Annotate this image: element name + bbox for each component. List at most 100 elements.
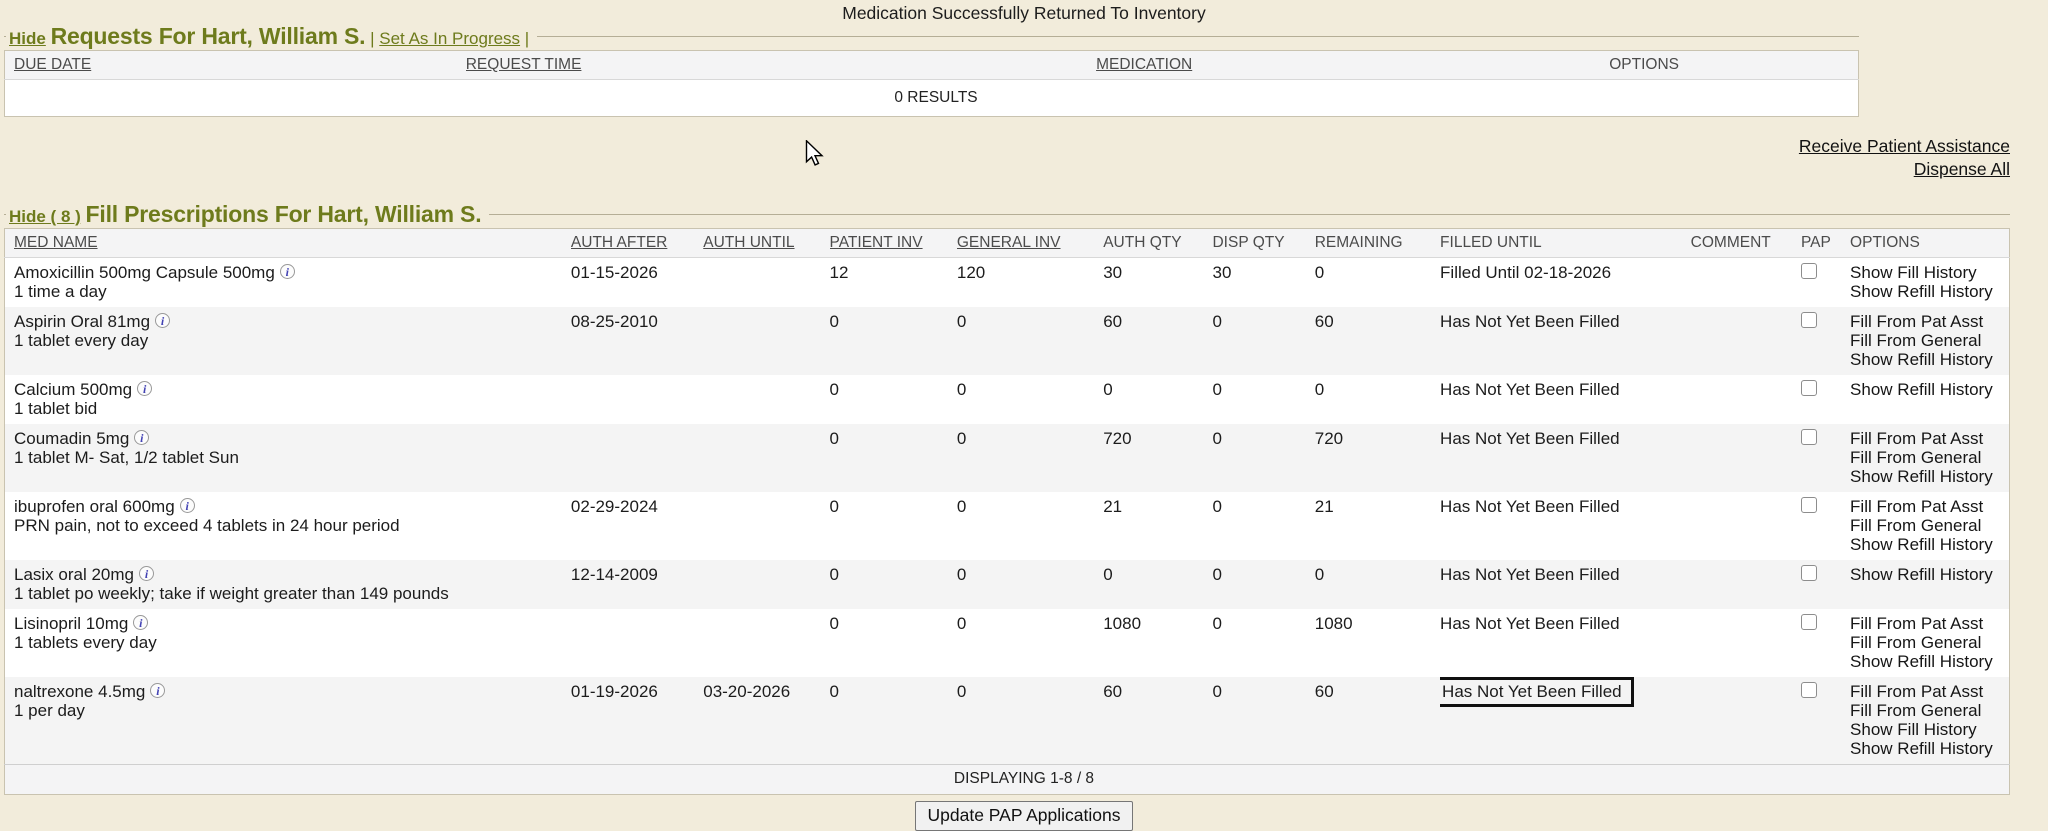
general-inv-cell: 0: [957, 424, 1103, 492]
column-header-general-inv[interactable]: GENERAL INV: [957, 229, 1103, 258]
comment-cell: [1691, 492, 1801, 560]
show-refill-history-link[interactable]: Show Refill History: [1850, 467, 2003, 486]
column-header-medication[interactable]: MEDICATION: [1096, 51, 1436, 80]
auth-until-cell: 03-20-2026: [703, 677, 829, 765]
fill-from-general-link[interactable]: Fill From General: [1850, 701, 2003, 720]
options-cell: Fill From Pat AsstFill From GeneralShow …: [1850, 424, 2009, 492]
fill-from-pat-asst-link[interactable]: Fill From Pat Asst: [1850, 312, 2003, 331]
patient-inv-cell: 0: [830, 307, 957, 375]
show-refill-history-link[interactable]: Show Refill History: [1850, 565, 2003, 584]
med-row: Calcium 500mgi1 tablet bid00000Has Not Y…: [5, 375, 2010, 424]
patient-inv-cell: 0: [830, 424, 957, 492]
fill-from-pat-asst-link[interactable]: Fill From Pat Asst: [1850, 429, 2003, 448]
info-icon[interactable]: i: [180, 498, 195, 513]
auth-qty-cell: 60: [1103, 677, 1212, 765]
general-inv-cell: 0: [957, 492, 1103, 560]
pap-checkbox[interactable]: [1801, 497, 1817, 513]
disp-qty-cell: 0: [1212, 560, 1314, 609]
column-header-auth-after[interactable]: AUTH AFTER: [571, 229, 703, 258]
fill-from-pat-asst-link[interactable]: Fill From Pat Asst: [1850, 497, 2003, 516]
remaining-cell: 0: [1315, 375, 1440, 424]
filled-until-text: Filled Until 02-18-2026: [1440, 263, 1611, 282]
fill-hide-link[interactable]: Hide ( 8 ): [9, 207, 81, 226]
fill-prescriptions-table: MED NAMEAUTH AFTERAUTH UNTILPATIENT INVG…: [4, 228, 2010, 795]
info-icon[interactable]: i: [150, 683, 165, 698]
info-icon[interactable]: i: [133, 615, 148, 630]
auth-qty-cell: 30: [1103, 258, 1212, 308]
receive-patient-assistance-link[interactable]: Receive Patient Assistance: [0, 135, 2010, 158]
column-header-disp-qty: DISP QTY: [1212, 229, 1314, 258]
general-inv-cell: 0: [957, 609, 1103, 677]
auth-until-cell: [703, 560, 829, 609]
pap-checkbox[interactable]: [1801, 429, 1817, 445]
info-icon[interactable]: i: [137, 381, 152, 396]
fill-from-pat-asst-link[interactable]: Fill From Pat Asst: [1850, 614, 2003, 633]
show-fill-history-link[interactable]: Show Fill History: [1850, 263, 2003, 282]
pap-checkbox[interactable]: [1801, 380, 1817, 396]
separator-pipe: |: [370, 29, 374, 48]
options-cell: Show Fill HistoryShow Refill History: [1850, 258, 2009, 308]
remaining-cell: 60: [1315, 307, 1440, 375]
auth-after-cell: [571, 424, 703, 492]
patient-inv-cell: 0: [830, 609, 957, 677]
pap-checkbox[interactable]: [1801, 682, 1817, 698]
fill-from-general-link[interactable]: Fill From General: [1850, 448, 2003, 467]
med-name-cell: Calcium 500mgi1 tablet bid: [5, 375, 571, 424]
pap-cell: [1801, 609, 1850, 677]
column-header-auth-until[interactable]: AUTH UNTIL: [703, 229, 829, 258]
update-pap-applications-button[interactable]: Update PAP Applications: [915, 801, 1134, 831]
med-name: Lasix oral 20mg: [14, 565, 134, 584]
fill-from-general-link[interactable]: Fill From General: [1850, 331, 2003, 350]
fill-from-pat-asst-link[interactable]: Fill From Pat Asst: [1850, 682, 2003, 701]
info-icon[interactable]: i: [280, 264, 295, 279]
med-name-cell: Lasix oral 20mgi1 tablet po weekly; take…: [5, 560, 571, 609]
pap-checkbox[interactable]: [1801, 263, 1817, 279]
auth-after-cell: 08-25-2010: [571, 307, 703, 375]
remaining-cell: 0: [1315, 560, 1440, 609]
auth-after-cell: [571, 609, 703, 677]
requests-hide-link[interactable]: Hide: [9, 29, 46, 48]
auth-qty-cell: 21: [1103, 492, 1212, 560]
auth-until-cell: [703, 375, 829, 424]
auth-until-cell: [703, 307, 829, 375]
remaining-cell: 1080: [1315, 609, 1440, 677]
pap-checkbox[interactable]: [1801, 614, 1817, 630]
auth-qty-cell: 0: [1103, 560, 1212, 609]
show-refill-history-link[interactable]: Show Refill History: [1850, 739, 2003, 758]
info-icon[interactable]: i: [134, 430, 149, 445]
column-header-request-time[interactable]: REQUEST TIME: [466, 51, 1096, 80]
med-sig: 1 per day: [14, 701, 565, 720]
show-refill-history-link[interactable]: Show Refill History: [1850, 535, 2003, 554]
show-refill-history-link[interactable]: Show Refill History: [1850, 652, 2003, 671]
set-as-in-progress-link[interactable]: Set As In Progress: [379, 29, 520, 48]
show-refill-history-link[interactable]: Show Refill History: [1850, 282, 2003, 301]
filled-until-text: Has Not Yet Been Filled: [1440, 614, 1620, 633]
comment-cell: [1691, 307, 1801, 375]
patient-inv-cell: 0: [830, 677, 957, 765]
fill-from-general-link[interactable]: Fill From General: [1850, 633, 2003, 652]
med-name-cell: Aspirin Oral 81mgi1 tablet every day: [5, 307, 571, 375]
show-refill-history-link[interactable]: Show Refill History: [1850, 350, 2003, 369]
bulk-actions: Receive Patient Assistance Dispense All: [0, 135, 2010, 181]
remaining-cell: 60: [1315, 677, 1440, 765]
column-header-options: OPTIONS: [1436, 51, 1858, 80]
show-fill-history-link[interactable]: Show Fill History: [1850, 720, 2003, 739]
separator-pipe: |: [525, 29, 529, 48]
pap-checkbox[interactable]: [1801, 312, 1817, 328]
general-inv-cell: 0: [957, 560, 1103, 609]
column-header-patient-inv[interactable]: PATIENT INV: [830, 229, 957, 258]
filled-until-text: Has Not Yet Been Filled: [1440, 380, 1620, 399]
pap-checkbox[interactable]: [1801, 565, 1817, 581]
info-icon[interactable]: i: [155, 313, 170, 328]
fill-from-general-link[interactable]: Fill From General: [1850, 516, 2003, 535]
auth-qty-cell: 720: [1103, 424, 1212, 492]
auth-qty-cell: 1080: [1103, 609, 1212, 677]
dispense-all-link[interactable]: Dispense All: [0, 158, 2010, 181]
column-header-due-date[interactable]: DUE DATE: [5, 51, 466, 80]
info-icon[interactable]: i: [139, 566, 154, 581]
filled-until-focus-box: Has Not Yet Been Filled: [1440, 677, 1634, 707]
show-refill-history-link[interactable]: Show Refill History: [1850, 380, 2003, 399]
comment-cell: [1691, 609, 1801, 677]
column-header-med-name[interactable]: MED NAME: [5, 229, 571, 258]
filled-until-text: Has Not Yet Been Filled: [1440, 497, 1620, 516]
